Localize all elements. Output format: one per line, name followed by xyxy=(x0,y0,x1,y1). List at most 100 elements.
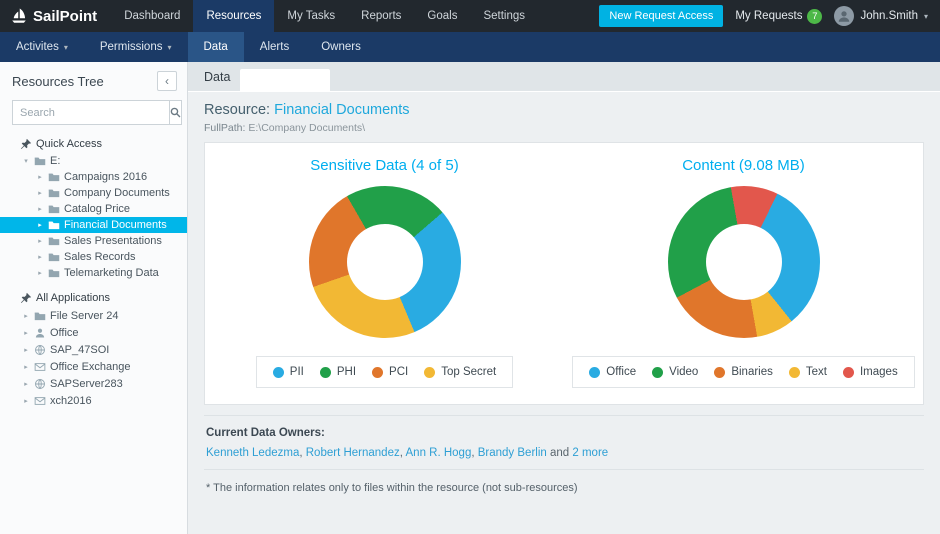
tree-toggle-icon[interactable]: ▸ xyxy=(22,363,30,371)
tree-toggle-icon[interactable]: ▸ xyxy=(36,173,44,181)
subnav-alerts[interactable]: Alerts xyxy=(244,32,305,62)
subnav-permissions[interactable]: Permissions ▾ xyxy=(84,32,188,62)
sensitive-data-donut xyxy=(308,186,461,338)
my-requests[interactable]: My Requests 7 xyxy=(735,8,823,24)
legend-item-top-secret: Top Secret xyxy=(424,366,496,378)
folder-icon xyxy=(48,219,60,231)
subnav: Activites ▾ Permissions ▾ Data Alerts Owners xyxy=(0,32,940,62)
topbar-nav-dashboard[interactable]: Dashboard xyxy=(111,0,193,32)
tree-toggle-icon[interactable]: ▸ xyxy=(22,346,30,354)
tree-app-office-exchange[interactable]: ▸ Office Exchange xyxy=(0,358,187,375)
tree-item-label: All Applications xyxy=(36,292,110,304)
tree-item-label: Sales Records xyxy=(64,251,136,263)
tree-toggle-icon[interactable]: ▾ xyxy=(22,157,30,165)
owner-link-brandy-berlin[interactable]: Brandy Berlin xyxy=(478,447,547,459)
legend-dot xyxy=(272,366,284,378)
folder-icon xyxy=(48,171,60,183)
resources-tree-sidebar: Resources Tree ‹ Quick Access ▾ E: ▸ Campaig… xyxy=(0,62,188,534)
tree-item-label: Telemarketing Data xyxy=(64,267,159,279)
tree-app-file-server-24[interactable]: ▸ File Server 24 xyxy=(0,307,187,324)
resources-tree: Quick Access ▾ E: ▸ Campaigns 2016 ▸ Company D… xyxy=(0,135,187,409)
legend-label: PCI xyxy=(389,366,409,378)
legend-label: Top Secret xyxy=(441,366,497,378)
content-donut xyxy=(667,186,820,338)
avatar xyxy=(834,6,855,26)
topbar-nav-goals[interactable]: Goals xyxy=(414,0,470,32)
legend-label: Images xyxy=(859,366,898,378)
tree-toggle-icon[interactable]: ▸ xyxy=(36,205,44,213)
tree-folder-telemarketing-data[interactable]: ▸ Telemarketing Data xyxy=(0,265,187,281)
tree-toggle-icon[interactable]: ▸ xyxy=(36,253,44,261)
footnote: * The information relates only to files … xyxy=(204,469,924,506)
tree-folder-catalog-price[interactable]: ▸ Catalog Price xyxy=(0,201,187,217)
subnav-data[interactable]: Data xyxy=(187,32,244,62)
charts-panel: Sensitive Data (4 of 5) PII PHI PCI Top Sec… xyxy=(204,142,924,405)
current-data-owners: Current Data Owners: Kenneth Ledezma, Ro… xyxy=(204,415,924,469)
owner-link-ann-r-hogg[interactable]: Ann R. Hogg xyxy=(406,447,472,459)
mail-icon xyxy=(34,361,46,373)
tree-toggle-icon[interactable]: ▸ xyxy=(22,312,30,320)
topbar-nav-settings[interactable]: Settings xyxy=(470,0,538,32)
tree-app-office[interactable]: ▸ Office xyxy=(0,324,187,341)
tree-toggle-icon[interactable]: ▸ xyxy=(36,237,44,245)
search-input[interactable] xyxy=(12,100,169,125)
topbar-nav: Dashboard Resources My Tasks Reports Goals Se… xyxy=(111,0,538,32)
tree-folder-financial-documents[interactable]: ▸ Financial Documents xyxy=(0,217,187,233)
tree-item-label: Office xyxy=(50,326,79,339)
chevron-down-icon: ▾ xyxy=(63,42,68,52)
tree-toggle-icon[interactable]: ▸ xyxy=(22,397,30,405)
tab-data[interactable]: Data xyxy=(204,70,230,84)
subnav-activites[interactable]: Activites ▾ xyxy=(0,32,84,62)
content-chart-title: Content (9.08 MB) xyxy=(682,157,805,174)
legend-item-pii: PII xyxy=(272,366,304,378)
folder-icon xyxy=(48,187,60,199)
sensitive-data-chart-title: Sensitive Data (4 of 5) xyxy=(310,157,459,174)
user-menu[interactable]: John.Smith ▾ xyxy=(834,6,928,26)
my-requests-label: My Requests xyxy=(735,10,803,22)
tree-item-label: Catalog Price xyxy=(64,203,131,215)
tab-highlight xyxy=(240,69,331,91)
subnav-owners[interactable]: Owners xyxy=(305,32,377,62)
user-name: John.Smith xyxy=(860,10,918,22)
folder-icon xyxy=(48,235,60,247)
tree-all-applications[interactable]: All Applications xyxy=(0,289,187,307)
folder-icon xyxy=(48,251,60,263)
tree-item-label: Campaigns 2016 xyxy=(64,171,148,183)
sidebar-collapse-button[interactable]: ‹ xyxy=(157,71,177,91)
owner-link-robert-hernandez[interactable]: Robert Hernandez xyxy=(306,447,400,459)
search-icon[interactable] xyxy=(169,100,182,125)
tree-toggle-icon[interactable]: ▸ xyxy=(36,189,44,197)
tree-app-sap-47soi[interactable]: ▸ SAP_47SOI xyxy=(0,341,187,358)
sail-icon xyxy=(10,7,28,25)
tree-toggle-icon[interactable]: ▸ xyxy=(22,329,30,337)
chevron-down-icon: ▾ xyxy=(167,42,172,52)
fullpath-value: E:\Company Documents\ xyxy=(248,122,366,134)
tree-item-label: xch2016 xyxy=(50,394,92,407)
sensitive-data-chart: Sensitive Data (4 of 5) PII PHI PCI Top Sec… xyxy=(205,157,564,388)
mail-icon xyxy=(34,395,46,407)
owners-more-link[interactable]: 2 more xyxy=(572,447,608,459)
topbar-nav-resources[interactable]: Resources xyxy=(193,0,275,32)
tree-app-sapserver283[interactable]: ▸ SAPServer283 xyxy=(0,375,187,392)
tree-quick-access[interactable]: Quick Access xyxy=(0,135,187,153)
tree-item-label: Sales Presentations xyxy=(64,235,162,247)
legend-dot xyxy=(424,366,436,378)
tree-toggle-icon[interactable]: ▸ xyxy=(36,269,44,277)
legend-item-text: Text xyxy=(788,366,827,378)
tree-folder-sales-records[interactable]: ▸ Sales Records xyxy=(0,249,187,265)
tree-item-label: SAPServer283 xyxy=(50,377,123,390)
topbar-nav-reports[interactable]: Reports xyxy=(348,0,414,32)
topbar-nav-my-tasks[interactable]: My Tasks xyxy=(274,0,348,32)
legend-dot xyxy=(589,366,601,378)
tree-app-xch2016[interactable]: ▸ xch2016 xyxy=(0,392,187,409)
tree-toggle-icon[interactable]: ▸ xyxy=(36,221,44,229)
tree-toggle-icon[interactable]: ▸ xyxy=(22,380,30,388)
tree-folder-campaigns-2016[interactable]: ▸ Campaigns 2016 xyxy=(0,169,187,185)
tree-drive-e[interactable]: ▾ E: xyxy=(0,153,187,169)
resource-name-link[interactable]: Financial Documents xyxy=(274,102,409,118)
legend-label: PHI xyxy=(336,366,357,378)
owner-link-kenneth-ledezma[interactable]: Kenneth Ledezma xyxy=(206,447,299,459)
new-request-access-button[interactable]: New Request Access xyxy=(599,5,724,27)
tree-folder-sales-presentations[interactable]: ▸ Sales Presentations xyxy=(0,233,187,249)
tree-folder-company-documents[interactable]: ▸ Company Documents xyxy=(0,185,187,201)
